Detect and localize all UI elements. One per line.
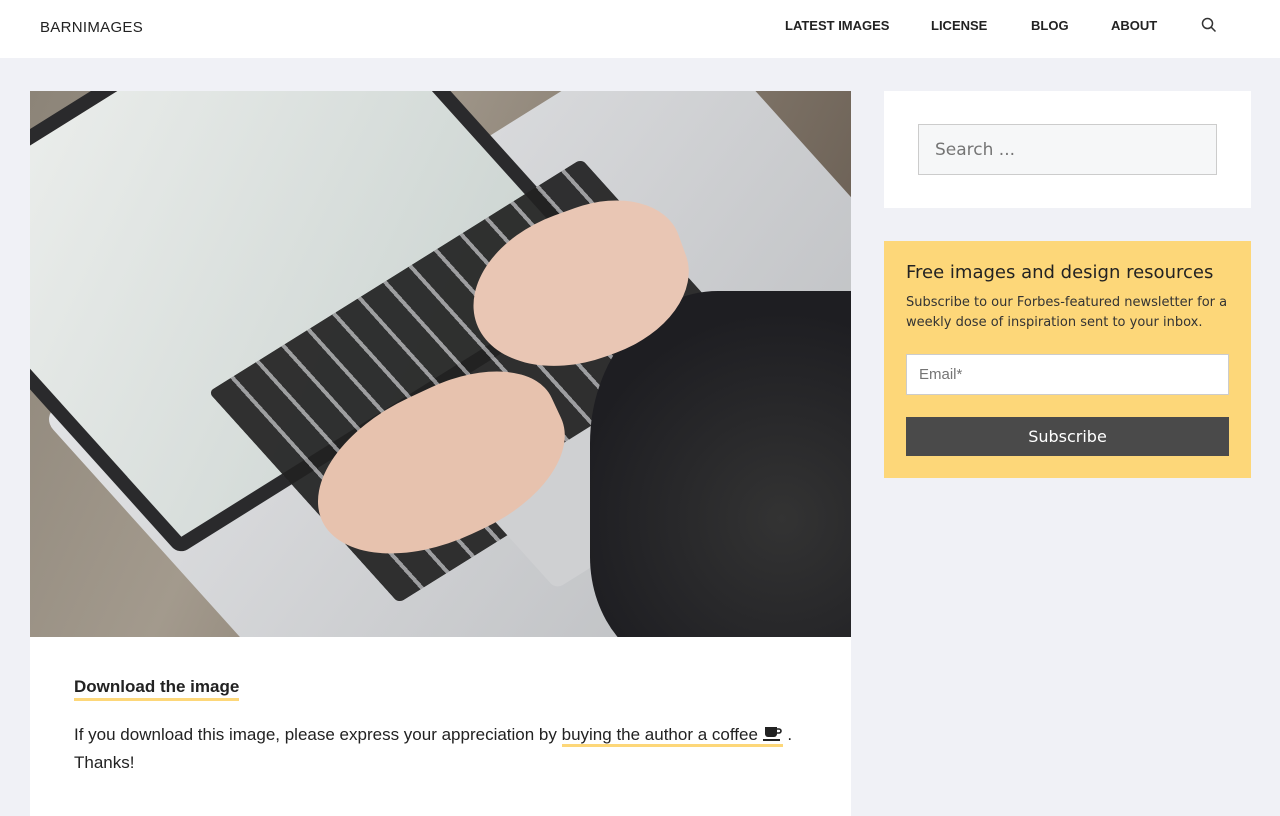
newsletter-text: Subscribe to our Forbes-featured newslet… [906, 295, 1228, 330]
site-header: BARNIMAGES LATEST IMAGES LICENSE BLOG AB… [0, 0, 1280, 58]
site-logo[interactable]: BARNIMAGES [40, 19, 143, 36]
newsletter-widget: Free images and design resources Subscri… [884, 241, 1251, 478]
nav-blog[interactable]: BLOG [1031, 18, 1069, 33]
text: If you download this image, please expre… [74, 725, 562, 744]
image-content: Download the image If you download this … [30, 637, 851, 816]
search-input[interactable] [918, 124, 1217, 175]
featured-image[interactable] [30, 91, 851, 637]
coffee-cup-icon [762, 727, 782, 741]
nav-latest-images[interactable]: LATEST IMAGES [785, 18, 889, 33]
nav-about[interactable]: ABOUT [1111, 18, 1157, 33]
newsletter-title: Free images and design resources [906, 262, 1214, 283]
subscribe-button[interactable]: Subscribe [906, 417, 1229, 456]
search-widget [884, 91, 1251, 208]
appreciation-text: If you download this image, please expre… [74, 721, 814, 777]
search-icon[interactable] [1201, 17, 1217, 33]
nav-license[interactable]: LICENSE [931, 18, 987, 33]
link-text: buying the author a coffee [561, 725, 758, 744]
buy-coffee-link[interactable]: buying the author a coffee [561, 725, 783, 747]
download-image-link[interactable]: Download the image [74, 677, 240, 701]
email-input[interactable] [906, 354, 1229, 395]
